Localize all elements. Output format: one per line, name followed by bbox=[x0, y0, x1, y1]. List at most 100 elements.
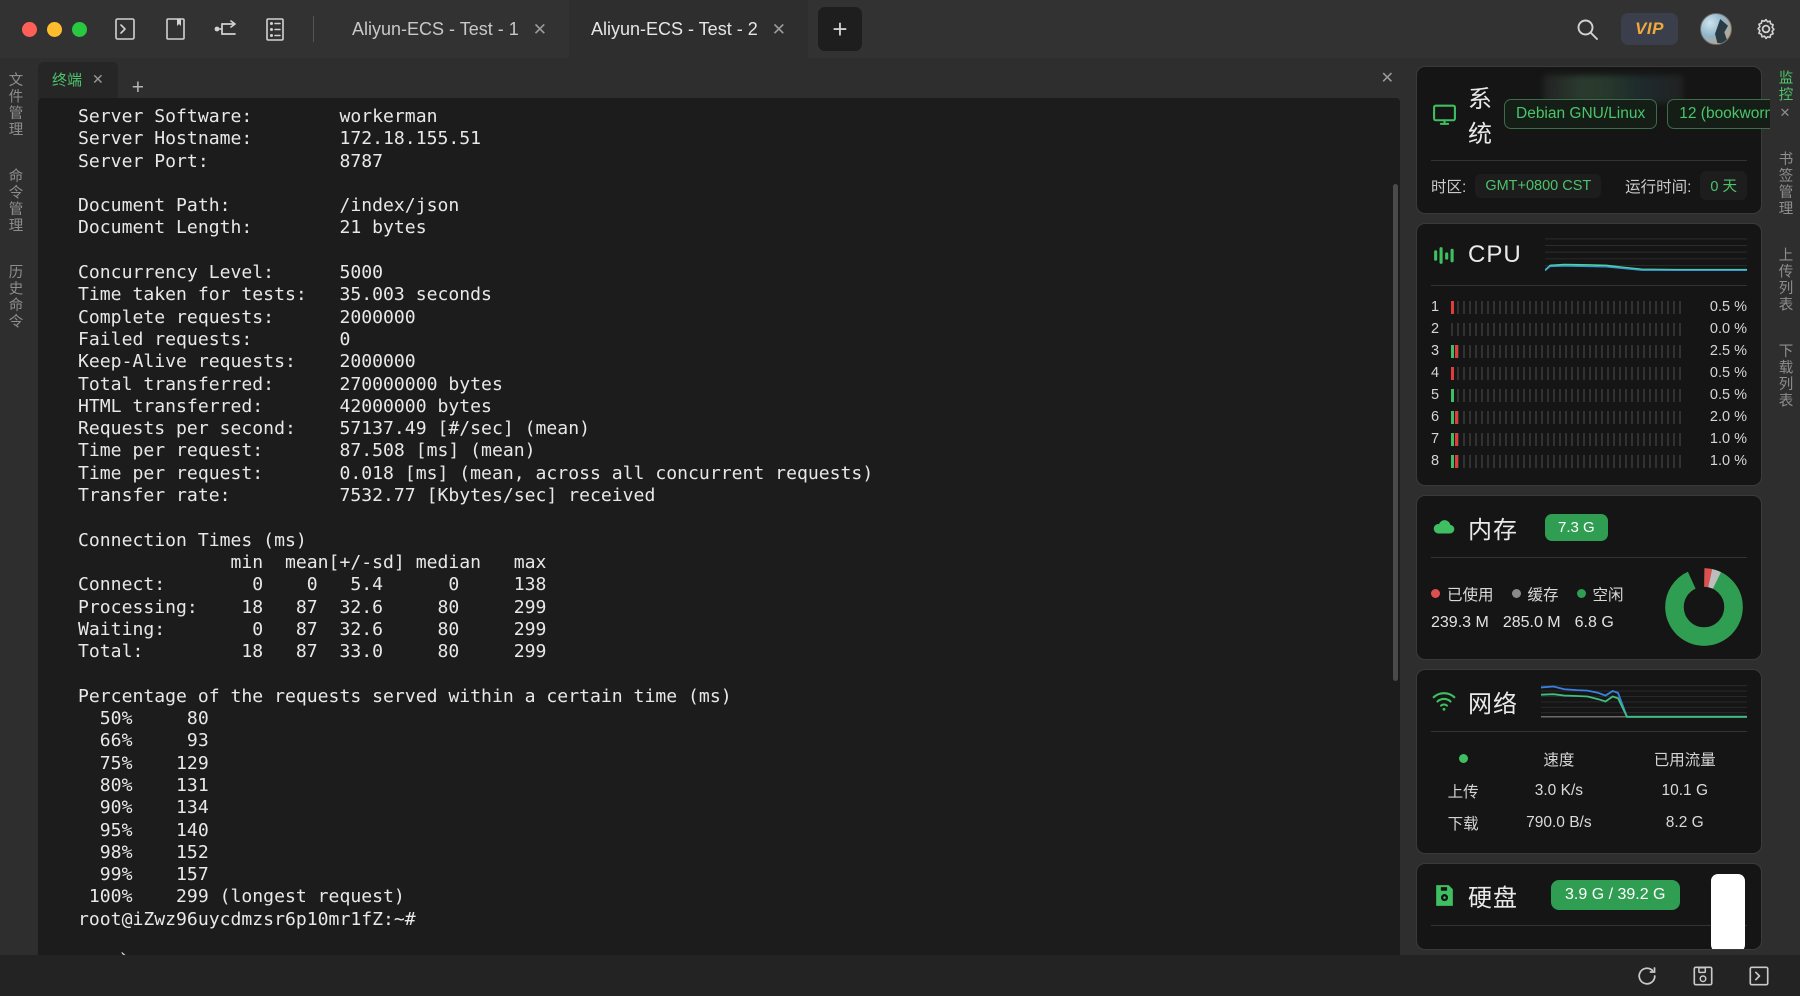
sidebar-item-download-list[interactable]: 下载列表 bbox=[1775, 343, 1796, 409]
bookmark-icon[interactable] bbox=[163, 17, 187, 41]
memory-legend-block: 已使用 缓存 空闲 239.3 M 285.0 M 6.8 G bbox=[1431, 583, 1665, 632]
network-traffic-header: 已用流量 bbox=[1653, 752, 1716, 769]
network-upload-row: 上传 3.0 K/s 10.1 G bbox=[1433, 776, 1745, 806]
memory-body: 已使用 缓存 空闲 239.3 M 285.0 M 6.8 G bbox=[1431, 568, 1747, 646]
legend-cache: 缓存 bbox=[1511, 583, 1559, 605]
uptime-label: 运行时间: bbox=[1625, 178, 1692, 196]
sidebar-item-command-manager[interactable]: 命令管理 bbox=[5, 168, 26, 234]
terminal-output-panel[interactable]: Server Software: workerman Server Hostna… bbox=[38, 98, 1400, 955]
terminal-tab-bar: 终端 ✕ + ✕ bbox=[30, 58, 1408, 98]
network-sparkline bbox=[1541, 682, 1747, 720]
os-name-pill: Debian GNU/Linux bbox=[1504, 99, 1658, 129]
wifi-icon bbox=[1431, 688, 1457, 714]
memory-divider bbox=[1431, 557, 1747, 558]
cpu-card-header: CPU bbox=[1431, 236, 1747, 274]
cpu-core-index: 7 bbox=[1431, 431, 1440, 447]
new-tab-button[interactable]: + bbox=[817, 7, 862, 51]
session-tab-1-label: Aliyun-ECS - Test - 1 bbox=[352, 18, 519, 39]
sidebar-item-file-manager[interactable]: 文件管理 bbox=[5, 72, 26, 138]
terminal-tab-close-icon[interactable]: ✕ bbox=[92, 71, 104, 88]
cpu-core-row: 1 0.5 % bbox=[1431, 296, 1747, 318]
terminal-scroll-region: Server Software: workerman Server Hostna… bbox=[38, 98, 1400, 955]
sidebar-item-history-commands[interactable]: 历史命令 bbox=[5, 264, 26, 330]
cpu-core-row: 3 2.5 % bbox=[1431, 340, 1747, 362]
cpu-core-index: 2 bbox=[1431, 321, 1440, 337]
save-icon[interactable] bbox=[1692, 965, 1714, 987]
terminal-scrollbar[interactable] bbox=[1390, 98, 1400, 955]
cpu-core-index: 8 bbox=[1431, 453, 1440, 469]
terminal-prompt-caret[interactable]: › bbox=[78, 945, 1400, 955]
cpu-core-value: 0.5 % bbox=[1709, 299, 1747, 315]
memory-donut-chart bbox=[1665, 568, 1743, 646]
cpu-divider bbox=[1431, 285, 1747, 286]
terminal-tab[interactable]: 终端 ✕ bbox=[38, 62, 118, 98]
terminal-icon[interactable] bbox=[113, 17, 137, 41]
sidebar-item-bookmarks[interactable]: 书签管理 bbox=[1775, 151, 1796, 217]
vip-badge[interactable]: VIP bbox=[1621, 13, 1678, 45]
session-tab-1[interactable]: Aliyun-ECS - Test - 1 ✕ bbox=[330, 0, 569, 58]
right-sidebar: 监控 ✕ 书签管理 上传列表 下载列表 bbox=[1770, 58, 1800, 955]
disk-card-header: 硬盘 3.9 G / 39.2 G bbox=[1431, 876, 1747, 914]
cpu-core-value: 2.5 % bbox=[1709, 343, 1747, 359]
cpu-core-index: 5 bbox=[1431, 387, 1440, 403]
cpu-core-index: 3 bbox=[1431, 343, 1440, 359]
monitor-icon bbox=[1431, 101, 1457, 127]
disk-card: 硬盘 3.9 G / 39.2 G bbox=[1416, 863, 1762, 950]
network-table: 速度 已用流量 上传 3.0 K/s 10.1 G 下载 790.0 B/s 8… bbox=[1431, 742, 1747, 840]
timezone-value: GMT+0800 CST bbox=[1475, 173, 1602, 198]
cpu-core-index: 6 bbox=[1431, 409, 1440, 425]
sidebar-item-upload-list[interactable]: 上传列表 bbox=[1775, 247, 1796, 313]
cpu-sparkline bbox=[1544, 236, 1747, 274]
titlebar-actions: VIP bbox=[1575, 13, 1782, 45]
cpu-core-row: 6 2.0 % bbox=[1431, 406, 1747, 428]
maximize-window-button[interactable] bbox=[72, 21, 87, 37]
close-window-button[interactable] bbox=[22, 21, 37, 37]
cpu-core-value: 1.0 % bbox=[1709, 453, 1747, 469]
uptime-value: 0 天 bbox=[1700, 171, 1747, 200]
cpu-core-row: 2 0.0 % bbox=[1431, 318, 1747, 340]
memory-free-value: 6.8 G bbox=[1574, 613, 1614, 631]
session-tab-2-close-icon[interactable]: ✕ bbox=[772, 21, 786, 38]
cpu-core-bar bbox=[1451, 410, 1685, 424]
sidebar-monitor-close-icon[interactable]: ✕ bbox=[1780, 105, 1791, 121]
disk-icon bbox=[1431, 882, 1457, 908]
monitor-panel: 系统 Debian GNU/Linux 12 (bookworm 时区: GMT… bbox=[1408, 58, 1770, 955]
legend-free: 空闲 bbox=[1576, 583, 1624, 605]
sidebar-item-monitor[interactable]: 监控 bbox=[1775, 70, 1796, 103]
cpu-core-list: 1 0.5 % 2 0.0 % 3 2.5 % 4 0.5 % 5 0.5 % … bbox=[1431, 296, 1747, 472]
download-label: 下载 bbox=[1447, 816, 1479, 833]
main-body: 文件管理 命令管理 历史命令 终端 ✕ + ✕ Server Software:… bbox=[0, 58, 1800, 955]
upload-traffic: 10.1 G bbox=[1661, 782, 1709, 799]
terminal-new-tab-button[interactable]: + bbox=[118, 77, 158, 98]
title-bar: Aliyun-ECS - Test - 1 ✕ Aliyun-ECS - Tes… bbox=[0, 0, 1800, 58]
terminal-panel-close-icon[interactable]: ✕ bbox=[1381, 68, 1394, 88]
cpu-core-index: 1 bbox=[1431, 299, 1440, 315]
search-icon[interactable] bbox=[1575, 17, 1599, 41]
gear-icon[interactable] bbox=[1754, 17, 1778, 41]
toolbar-divider bbox=[313, 16, 314, 42]
system-divider bbox=[1431, 160, 1747, 161]
network-download-row: 下载 790.0 B/s 8.2 G bbox=[1433, 808, 1745, 838]
transfer-icon[interactable] bbox=[213, 17, 237, 41]
memory-card: 内存 7.3 G 已使用 缓存 空闲 239.3 M 285.0 M 6.8 G bbox=[1416, 495, 1762, 660]
system-info-row: 时区: GMT+0800 CST 运行时间: 0 天 bbox=[1431, 171, 1747, 200]
console-icon[interactable] bbox=[1748, 965, 1770, 987]
cpu-core-value: 0.5 % bbox=[1709, 365, 1747, 381]
upload-speed: 3.0 K/s bbox=[1534, 782, 1583, 799]
cpu-title: CPU bbox=[1468, 241, 1522, 268]
session-tab-1-close-icon[interactable]: ✕ bbox=[533, 21, 547, 38]
download-speed: 790.0 B/s bbox=[1526, 814, 1592, 831]
network-divider bbox=[1431, 731, 1747, 732]
avatar[interactable] bbox=[1700, 13, 1732, 45]
network-title: 网络 bbox=[1468, 690, 1518, 718]
session-tab-2[interactable]: Aliyun-ECS - Test - 2 ✕ bbox=[568, 0, 808, 58]
minimize-window-button[interactable] bbox=[47, 21, 62, 37]
cpu-core-bar bbox=[1451, 344, 1685, 358]
cpu-core-bar bbox=[1451, 322, 1685, 336]
disk-usage-badge: 3.9 G / 39.2 G bbox=[1551, 880, 1680, 910]
network-card-header: 网络 bbox=[1431, 682, 1747, 720]
cpu-core-bar bbox=[1451, 366, 1685, 380]
download-traffic: 8.2 G bbox=[1665, 814, 1704, 831]
refresh-icon[interactable] bbox=[1636, 965, 1658, 987]
server-list-icon[interactable] bbox=[263, 17, 287, 41]
